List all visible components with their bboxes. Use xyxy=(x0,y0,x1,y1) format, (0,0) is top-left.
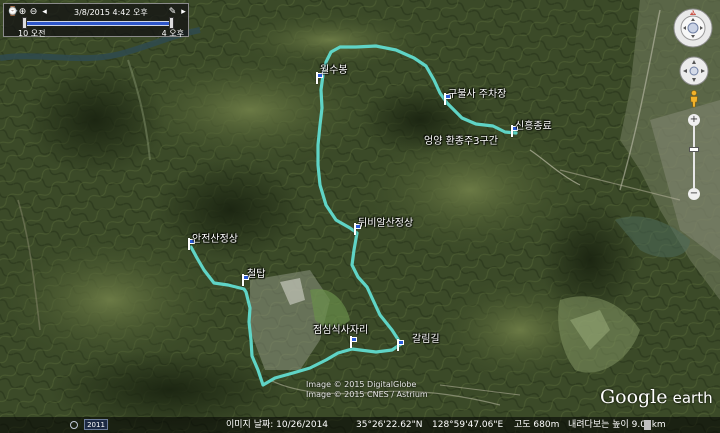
google-earth-logo: Google earth xyxy=(600,386,713,408)
satellite-terrain xyxy=(0,0,720,433)
time-slider-end-label: 4 오후 xyxy=(161,29,184,38)
play-icon[interactable]: ▸ xyxy=(179,8,188,17)
waypoint-flag-icon[interactable] xyxy=(397,339,407,351)
street-view-pegman-icon[interactable] xyxy=(688,90,700,108)
waypoint-label-anjeon[interactable]: 안전산정상 xyxy=(192,235,238,245)
waypoint-label-dwebi[interactable]: 뒤비알산정상 xyxy=(358,219,413,229)
waypoint-label-gubulsa[interactable]: 구불사 주차장 xyxy=(448,90,506,100)
imagery-credit: Image © 2015 DigitalGlobe Image © 2015 C… xyxy=(306,380,428,400)
zoom-knob[interactable] xyxy=(689,147,699,152)
clock-icon[interactable]: ⌚ xyxy=(7,8,18,17)
zoom-in-button[interactable]: + xyxy=(688,114,700,126)
latitude-readout: 35°26'22.62"N xyxy=(356,420,423,430)
longitude-readout: 128°59'47.06"E xyxy=(432,420,504,430)
time-slider-date: 3/8/2015 4:42 오후 xyxy=(74,8,148,17)
waypoint-label-galrim[interactable]: 갈림길 xyxy=(412,335,440,345)
time-slider-start-label: 10 오전 xyxy=(18,29,46,38)
elevation-readout: 고도 680m xyxy=(514,420,560,430)
step-back-icon[interactable]: ◂ xyxy=(40,8,49,17)
svg-text:N: N xyxy=(691,11,694,17)
route-label-eonyang: 엉양 환종주3구간 xyxy=(424,136,498,147)
zoom-out-button[interactable]: − xyxy=(688,188,700,200)
waypoint-label-cheoltap[interactable]: 철탑 xyxy=(247,270,265,280)
waypoint-label-jeomsim[interactable]: 점심식사자리 xyxy=(313,326,368,336)
credit-line-1: Image © 2015 DigitalGlobe xyxy=(306,380,417,389)
look-compass-icon[interactable]: N xyxy=(673,8,713,48)
historical-imagery-icon[interactable] xyxy=(70,421,78,429)
credit-line-2: Image © 2015 CNES / Astrium xyxy=(306,390,428,399)
waypoint-flag-icon[interactable] xyxy=(350,336,360,348)
time-slider-panel[interactable]: ⌚ ⊕ ⊖ ◂ ✎ ▸ 3/8/2015 4:42 오후 10 오전 4 오후 xyxy=(3,3,189,38)
zoom-slider[interactable]: + − xyxy=(688,114,700,200)
streaming-status-icon xyxy=(644,420,651,430)
map-view[interactable]: 월수봉 구불사 주차장 신흥종료 엉양 환종주3구간 뒤비알산정상 안전산정상 … xyxy=(0,0,720,433)
waypoint-label-sinheung[interactable]: 신흥종료 xyxy=(515,122,552,132)
imagery-year-badge[interactable]: 2011 xyxy=(84,419,108,430)
waypoint-label-wolsu[interactable]: 월수봉 xyxy=(320,66,348,76)
time-slider-range xyxy=(26,22,170,25)
eye-altitude-readout: 내려다보는 높이 9.03km xyxy=(568,420,666,430)
zoom-out-time-icon[interactable]: ⊖ xyxy=(29,8,38,17)
imagery-date: 이미지 날짜: 10/26/2014 xyxy=(226,420,329,430)
move-joystick-icon[interactable] xyxy=(679,56,709,86)
settings-wrench-icon[interactable]: ✎ xyxy=(168,8,177,17)
status-bar: 이미지 날짜: 10/26/2014 35°26'22.62"N 128°59'… xyxy=(0,417,720,433)
time-slider-track[interactable] xyxy=(22,17,174,29)
zoom-track[interactable] xyxy=(693,126,695,188)
zoom-in-time-icon[interactable]: ⊕ xyxy=(18,8,27,17)
